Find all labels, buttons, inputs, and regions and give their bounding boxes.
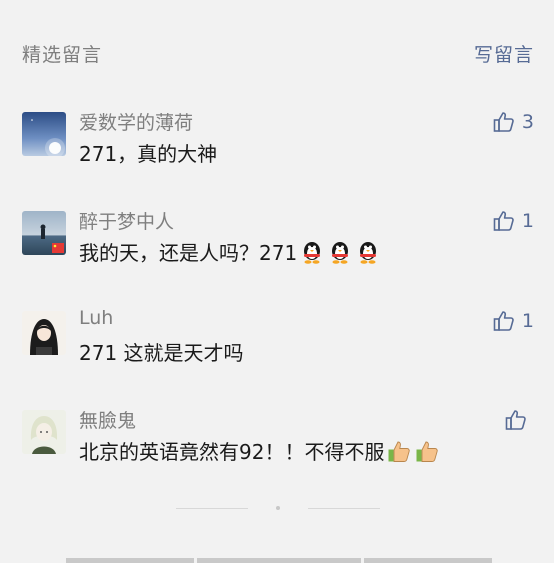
comment-nickname: 爱数学的薄荷 xyxy=(79,112,194,134)
comment-text: 271 这就是天才吗 xyxy=(79,341,244,365)
comment-nickname: 無臉鬼 xyxy=(79,410,137,432)
footer-divider-right xyxy=(308,508,380,509)
comment-item: 爱数学的薄荷 271，真的大神 3 xyxy=(0,108,554,188)
avatar[interactable] xyxy=(22,311,66,355)
thumbs-up-icon xyxy=(493,112,514,132)
comment-text: 271，真的大神 xyxy=(79,142,218,166)
like-count: 1 xyxy=(521,210,534,232)
footer-dot xyxy=(276,506,280,510)
section-title: 精选留言 xyxy=(22,44,103,66)
thumbs-up-icon xyxy=(493,311,514,331)
comment-text: 北京的英语竟然有92！！不得不服 xyxy=(79,436,440,465)
bottom-bar-segment xyxy=(66,558,194,563)
qq-penguin-emoji xyxy=(332,241,349,264)
comment-nickname: 醉于梦中人 xyxy=(79,211,175,233)
thumbs-up-icon xyxy=(505,410,526,430)
qq-penguin-emoji xyxy=(304,241,321,264)
thumbs-up-emoji xyxy=(388,441,411,462)
comments-header: 精选留言 写留言 xyxy=(0,0,554,100)
avatar[interactable] xyxy=(22,410,66,454)
bottom-bar-segment xyxy=(197,558,361,563)
avatar[interactable] xyxy=(22,211,66,255)
thumbs-up-icon xyxy=(493,211,514,231)
comment-item: Luh 271 这就是天才吗 1 xyxy=(0,307,554,387)
comment-nickname: Luh xyxy=(79,307,114,329)
bottom-bar-segment xyxy=(364,558,492,563)
qq-penguin-emoji xyxy=(360,241,377,264)
like-button[interactable] xyxy=(504,408,534,432)
thumbs-up-emoji xyxy=(416,441,439,462)
like-button[interactable]: 1 xyxy=(492,309,534,333)
comment-text: 我的天，还是人吗？271 xyxy=(79,237,381,266)
comment-item: 無臉鬼 北京的英语竟然有92！！不得不服 xyxy=(0,406,554,486)
comment-item: 醉于梦中人 我的天，还是人吗？271 1 xyxy=(0,207,554,287)
like-count: 1 xyxy=(521,310,534,332)
footer-divider-left xyxy=(176,508,248,509)
like-button[interactable]: 1 xyxy=(492,209,534,233)
like-button[interactable]: 3 xyxy=(492,110,534,134)
like-count: 3 xyxy=(521,111,534,133)
avatar[interactable] xyxy=(22,112,66,156)
write-comment-link[interactable]: 写留言 xyxy=(474,40,534,67)
